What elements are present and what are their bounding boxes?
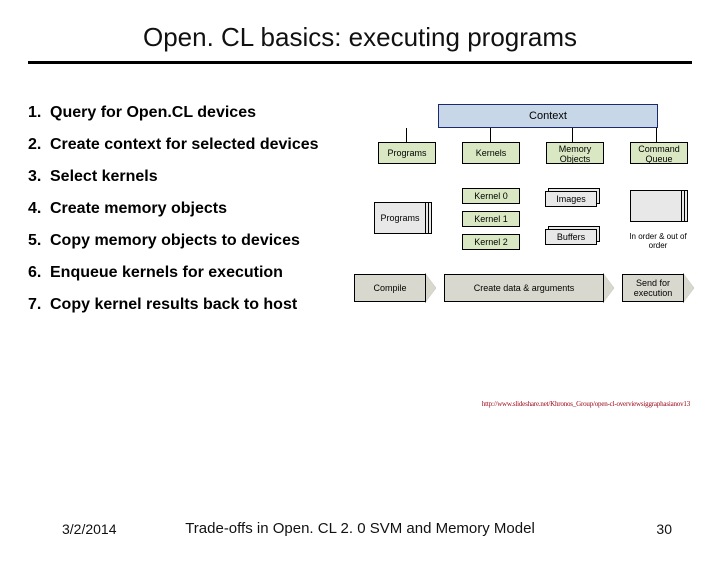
citation-text: http://www.slideshare.net/Khronos_Group/… (482, 400, 690, 408)
steps-list: 1.Query for Open.CL devices 2.Create con… (0, 104, 368, 364)
step-num: 7. (28, 296, 50, 314)
connector-line (406, 128, 407, 142)
arrow-head-icon (604, 274, 614, 302)
command-queue-box: Command Queue (630, 142, 688, 164)
arrow-row: Compile Create data & arguments Send for… (354, 274, 710, 302)
arrow-head-icon (426, 274, 436, 302)
step-text: Query for Open.CL devices (50, 104, 368, 122)
step-num: 3. (28, 168, 50, 186)
step-7: 7.Copy kernel results back to host (28, 296, 368, 314)
step-num: 4. (28, 200, 50, 218)
footer: 3/2/2014 Trade-offs in Open. CL 2. 0 SVM… (0, 520, 720, 537)
step-2: 2.Create context for selected devices (28, 136, 368, 154)
stack-layer-label: Programs (374, 202, 426, 234)
step-text: Select kernels (50, 168, 368, 186)
arrow-head-icon (684, 274, 694, 302)
connector-line (656, 128, 657, 142)
step-text: Copy kernel results back to host (50, 296, 368, 314)
stack-layer (630, 190, 682, 222)
slide-title: Open. CL basics: executing programs (0, 22, 720, 53)
connector-line (572, 128, 573, 142)
programs-box: Programs (378, 142, 436, 164)
step-text: Create memory objects (50, 200, 368, 218)
step-text: Create context for selected devices (50, 136, 368, 154)
step-num: 5. (28, 232, 50, 250)
step-3: 3.Select kernels (28, 168, 368, 186)
kernel1-box: Kernel 1 (462, 211, 520, 227)
step-text: Enqueue kernels for execution (50, 264, 368, 282)
connector-line (490, 128, 491, 142)
arrow-create-data: Create data & arguments (444, 274, 604, 302)
step-1: 1.Query for Open.CL devices (28, 104, 368, 122)
in-order-label: In order & out of order (629, 232, 687, 250)
images-stack-front: Images (545, 191, 597, 207)
footer-date: 3/2/2014 (62, 521, 117, 537)
footer-pagenum: 30 (656, 521, 672, 537)
kernel2-box: Kernel 2 (462, 234, 520, 250)
context-box: Context (438, 104, 658, 128)
title-divider (28, 61, 692, 64)
kernel0-box: Kernel 0 (462, 188, 520, 204)
kernels-box: Kernels (462, 142, 520, 164)
step-num: 6. (28, 264, 50, 282)
step-4: 4.Create memory objects (28, 200, 368, 218)
step-6: 6.Enqueue kernels for execution (28, 264, 368, 282)
programs-stack: Programs (374, 202, 432, 240)
queue-stack (630, 190, 688, 228)
arrow-compile: Compile (354, 274, 426, 302)
memory-objects-box: Memory Objects (546, 142, 604, 164)
main-content: 1.Query for Open.CL devices 2.Create con… (0, 104, 720, 364)
step-num: 2. (28, 136, 50, 154)
step-5: 5.Copy memory objects to devices (28, 232, 368, 250)
arrow-send-execution: Send for execution (622, 274, 684, 302)
step-num: 1. (28, 104, 50, 122)
diagram: Context Programs Kernels Memory Objects … (368, 104, 698, 364)
step-text: Copy memory objects to devices (50, 232, 368, 250)
buffers-stack-front: Buffers (545, 229, 597, 245)
